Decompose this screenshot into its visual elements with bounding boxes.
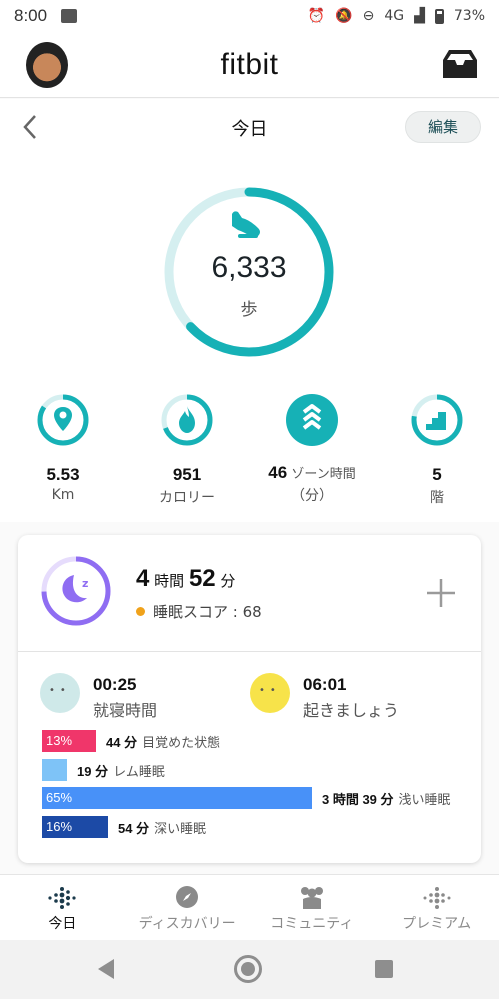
calories-unit: カロリー	[159, 490, 215, 506]
sleep-score-label: 睡眠スコア : 68	[153, 603, 262, 621]
shoe-icon	[232, 211, 260, 238]
distance-value: 5.53	[46, 465, 80, 484]
calories-value: 951	[172, 465, 202, 484]
sleep-stage-bar: 16%	[42, 816, 108, 838]
nav-premium-label: プレミアム	[402, 916, 472, 932]
calories-ring	[161, 394, 213, 446]
system-home-icon[interactable]	[234, 955, 262, 983]
floors-value: 5	[432, 465, 442, 484]
bedtime-label: 就寝時間	[93, 701, 158, 720]
calories-stat[interactable]: 951 カロリー	[127, 393, 247, 507]
sleep-minutes: 52	[188, 565, 216, 592]
premium-dots-icon	[423, 887, 451, 909]
bedtime-moon-icon: ••	[40, 673, 80, 713]
app-logo: fitbit	[220, 48, 279, 81]
mute-icon: 🔕	[335, 8, 353, 24]
card-divider	[18, 651, 481, 652]
nav-today[interactable]: 今日	[0, 875, 125, 940]
system-recents-icon[interactable]	[375, 960, 393, 978]
sleep-stage-row: 16% 54 分深い睡眠	[42, 816, 206, 838]
distance-stat[interactable]: 5.53 Km	[3, 393, 123, 503]
edit-button[interactable]: 編集	[405, 111, 481, 143]
distance-unit: Km	[51, 487, 75, 503]
today-stats-panel: 6,333 歩 5.53 Km 951 カロリー 46 ゾーン時間 （分） 5 …	[0, 157, 499, 522]
nav-discover[interactable]: ディスカバリー	[125, 875, 250, 940]
sleep-hours: 4	[136, 565, 150, 592]
floors-stat[interactable]: 5 階	[377, 393, 497, 507]
inbox-icon[interactable]	[441, 48, 479, 80]
fitbit-dots-icon	[48, 887, 76, 909]
sleep-stage-bar: 13%	[42, 730, 96, 752]
sleep-stage-row: 65% 3 時間 39 分浅い睡眠	[42, 787, 451, 809]
floors-unit: 階	[430, 490, 444, 506]
sleep-stage-bar	[42, 759, 67, 781]
app-header: fitbit	[0, 32, 499, 98]
flame-icon	[179, 406, 195, 433]
wake-sun-icon: ••	[250, 673, 290, 713]
waketime-value: 06:01	[303, 675, 347, 694]
waketime-label: 起きましょう	[303, 701, 400, 720]
nav-today-label: 今日	[48, 916, 77, 932]
status-time: 8:00	[14, 6, 48, 25]
battery-level: 73%	[453, 8, 485, 24]
active-zone-row: 46 ゾーン時間	[252, 463, 372, 483]
active-zone-label: ゾーン時間	[291, 467, 356, 482]
score-dot-icon	[136, 607, 145, 616]
sub-header: 今日 編集	[0, 99, 499, 157]
system-nav-bar	[0, 940, 499, 999]
signal-icon: ▟	[414, 8, 425, 24]
steps-unit: 歩	[240, 300, 258, 320]
sleep-score: 睡眠スコア : 68	[136, 601, 262, 622]
network-label: 4G	[384, 8, 405, 24]
sleep-stage-duration: 54 分	[118, 820, 150, 836]
gallery-notification-icon	[61, 9, 78, 23]
dnd-icon: ⊖	[362, 8, 375, 24]
sleep-moon-icon: z	[41, 556, 111, 626]
sleep-stage-name: 深い睡眠	[154, 821, 207, 837]
battery-icon	[434, 8, 444, 24]
floors-ring	[411, 394, 463, 446]
sleep-stage-row: 13% 44 分目覚めた状態	[42, 730, 220, 752]
sleep-stage-bar: 65%	[42, 787, 312, 809]
sleep-card[interactable]: z 4 時間 52 分 睡眠スコア : 68 •• 00:25 就寝時間 •• …	[18, 535, 481, 863]
status-icons: ⏰ 🔕 ⊖ 4G ▟ 73%	[308, 8, 485, 24]
sleep-stage-duration: 19 分	[77, 763, 109, 779]
community-icon	[300, 887, 323, 909]
nav-premium[interactable]: プレミアム	[374, 875, 499, 940]
active-zone-badge	[286, 394, 338, 446]
nav-community-label: コミュニティ	[270, 916, 354, 932]
sleep-stage-row: 19 分レム睡眠	[42, 759, 165, 781]
distance-ring	[37, 394, 89, 446]
bedtime-value: 00:25	[93, 675, 137, 694]
sleep-stage-duration: 44 分	[106, 734, 138, 750]
sleep-hours-unit: 時間	[154, 572, 185, 590]
system-back-icon[interactable]	[98, 959, 114, 979]
compass-icon	[176, 886, 199, 908]
active-zone-stat[interactable]: 46 ゾーン時間 （分）	[252, 393, 372, 505]
sleep-stage-name: 目覚めた状態	[142, 735, 221, 751]
alarm-icon: ⏰	[307, 8, 326, 24]
sleep-duration: 4 時間 52 分	[136, 565, 235, 593]
location-pin-icon	[54, 407, 72, 431]
sleep-minutes-unit: 分	[220, 572, 236, 590]
stairs-icon	[426, 412, 446, 430]
nav-discover-label: ディスカバリー	[138, 916, 236, 932]
active-zone-value: 46	[268, 463, 288, 482]
status-bar: 8:00 ⏰ 🔕 ⊖ 4G ▟ 73%	[0, 0, 499, 32]
steps-value: 6,333	[211, 251, 287, 284]
bottom-nav: 今日 ディスカバリー コミュニティ プレミアム	[0, 874, 499, 940]
nav-community[interactable]: コミュニティ	[250, 875, 375, 940]
sleep-stage-name: レム睡眠	[113, 764, 165, 780]
svg-text:z: z	[82, 577, 88, 590]
sleep-stage-name: 浅い睡眠	[398, 792, 451, 808]
sleep-stage-duration: 3 時間 39 分	[322, 791, 394, 807]
add-sleep-button[interactable]	[425, 577, 457, 609]
active-zone-unit: （分）	[291, 488, 333, 504]
